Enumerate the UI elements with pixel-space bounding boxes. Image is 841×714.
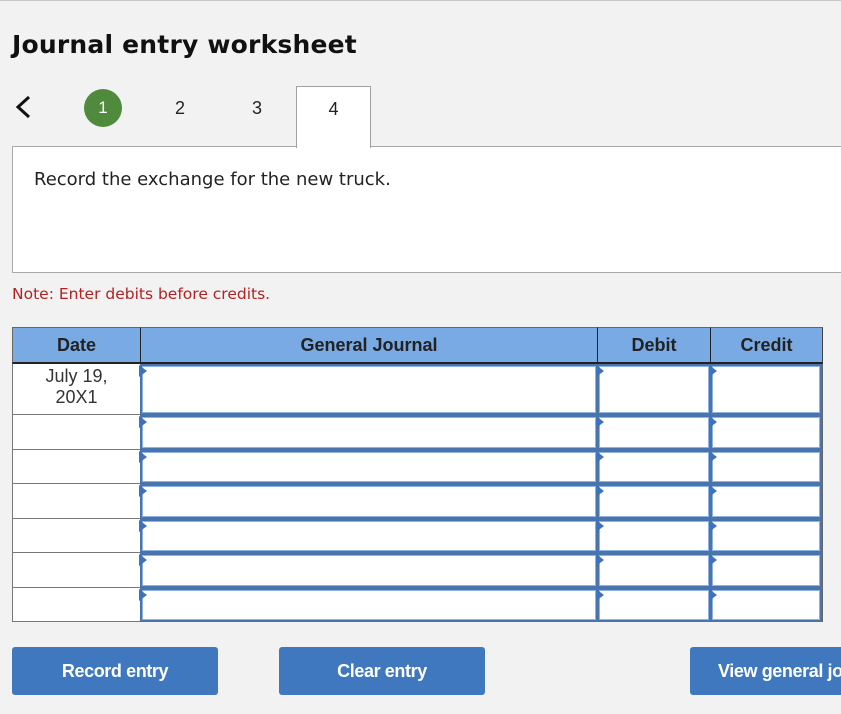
table-row: July 19, 20X1 [12,364,823,415]
date-cell [12,450,140,484]
credit-input-cell [709,364,823,415]
instruction-text: Record the exchange for the new truck. [34,169,391,190]
date-cell [12,484,140,519]
record-entry-button[interactable]: Record entry [12,647,218,695]
debit-input-cell [596,484,711,519]
credit-input[interactable] [712,366,820,413]
account-select[interactable] [142,452,596,482]
account-select[interactable] [142,417,596,448]
debit-input-cell [596,588,711,622]
input-flag-icon [596,520,604,532]
column-header-debit: Debit [597,327,710,364]
table-row [12,519,823,553]
input-flag-icon [709,485,717,497]
input-flag-icon [709,451,717,463]
debit-input-cell [596,415,711,450]
debit-input-cell [596,553,711,588]
account-select-cell [139,450,598,484]
date-cell: July 19, 20X1 [12,364,140,415]
column-header-general-journal: General Journal [140,327,597,364]
input-flag-icon [139,416,147,428]
credit-input[interactable] [712,555,820,586]
account-select-cell [139,484,598,519]
debit-input-cell [596,519,711,553]
input-flag-icon [139,589,147,601]
table-row [12,588,823,622]
step-1-tab[interactable]: 1 [83,89,123,127]
chevron-left-icon [15,95,31,119]
input-flag-icon [139,554,147,566]
input-flag-icon [596,365,604,377]
account-select[interactable] [142,366,596,413]
credit-input-cell [709,588,823,622]
input-flag-icon [596,554,604,566]
credit-input-cell [709,519,823,553]
step-3-tab[interactable]: 3 [237,90,277,126]
input-flag-icon [709,520,717,532]
input-flag-icon [596,416,604,428]
table-row [12,415,823,450]
input-flag-icon [139,451,147,463]
debit-input[interactable] [599,486,709,517]
credit-input[interactable] [712,521,820,551]
page-title: Journal entry worksheet [12,30,357,59]
credit-input-cell [709,450,823,484]
date-cell [12,519,140,553]
debit-input[interactable] [599,521,709,551]
column-header-date: Date [12,327,140,364]
input-flag-icon [709,416,717,428]
input-flag-icon [596,451,604,463]
credit-input[interactable] [712,590,820,620]
table-row [12,484,823,519]
date-cell [12,553,140,588]
account-select-cell [139,553,598,588]
view-general-journal-button[interactable]: View general journal [690,647,841,695]
credit-input-cell [709,553,823,588]
date-cell [12,588,140,622]
input-flag-icon [596,589,604,601]
debit-input-cell [596,450,711,484]
debit-input[interactable] [599,590,709,620]
debit-input[interactable] [599,555,709,586]
step-4-tab-active[interactable]: 4 [296,86,371,148]
previous-step-button[interactable] [13,94,35,120]
account-select-cell [139,588,598,622]
account-select[interactable] [142,555,596,586]
note-text: Note: Enter debits before credits. [12,285,271,303]
top-divider [0,0,841,1]
debit-input-cell [596,364,711,415]
input-flag-icon [139,520,147,532]
table-row [12,450,823,484]
account-select-cell [139,364,598,415]
credit-input-cell [709,484,823,519]
column-header-credit: Credit [710,327,823,364]
input-flag-icon [139,365,147,377]
input-flag-icon [709,365,717,377]
input-flag-icon [709,554,717,566]
account-select-cell [139,415,598,450]
account-select[interactable] [142,590,596,620]
credit-input-cell [709,415,823,450]
instruction-panel: Record the exchange for the new truck. [12,146,841,273]
date-cell [12,415,140,450]
input-flag-icon [139,485,147,497]
account-select[interactable] [142,521,596,551]
step-2-tab[interactable]: 2 [160,90,200,126]
step-1-completed-badge: 1 [84,89,122,127]
table-row [12,553,823,588]
debit-input[interactable] [599,417,709,448]
debit-input[interactable] [599,366,709,413]
clear-entry-button[interactable]: Clear entry [279,647,485,695]
input-flag-icon [709,589,717,601]
debit-input[interactable] [599,452,709,482]
account-select-cell [139,519,598,553]
credit-input[interactable] [712,417,820,448]
credit-input[interactable] [712,452,820,482]
account-select[interactable] [142,486,596,517]
input-flag-icon [596,485,604,497]
credit-input[interactable] [712,486,820,517]
